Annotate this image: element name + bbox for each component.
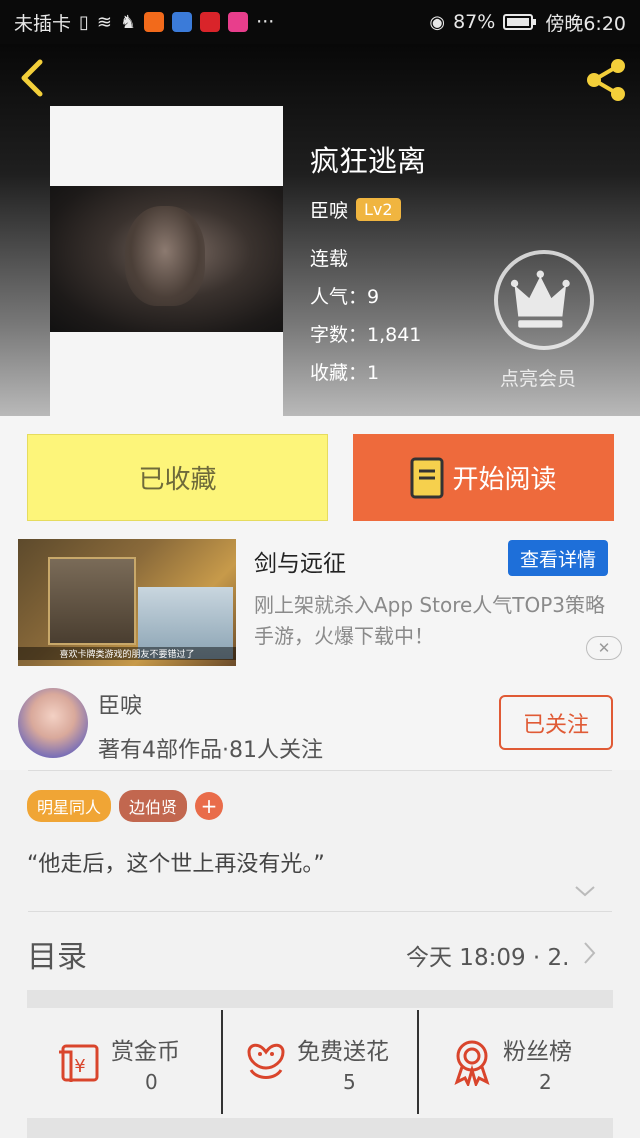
ad-game-card: [48, 557, 136, 645]
divider: [28, 911, 612, 912]
reward-coin-label: 赏金币: [111, 1039, 180, 1065]
fan-rank-stat[interactable]: 粉丝榜 2: [417, 1010, 613, 1114]
tag-list: 明星同人 边伯贤 +: [27, 790, 224, 822]
reward-coin-stat[interactable]: ¥ 赏金币 0: [27, 1010, 221, 1114]
toc-latest-update[interactable]: 今天 18:09 · 2.: [406, 938, 569, 972]
crown-icon: [510, 270, 570, 328]
author-block: 臣唳 著有4部作品·81人关注 已关注: [0, 676, 640, 770]
reward-coin-value: 0: [145, 1070, 158, 1094]
wifi-icon: ≋: [96, 11, 113, 33]
svg-text:¥: ¥: [74, 1056, 85, 1077]
battery-icon: [503, 14, 537, 30]
chevron-down-icon[interactable]: [574, 884, 596, 898]
avatar[interactable]: [18, 688, 88, 758]
book-cover[interactable]: [50, 106, 283, 416]
vip-label[interactable]: 点亮会员: [500, 364, 576, 391]
start-reading-label: 开始阅读: [452, 465, 557, 495]
free-flower-label: 免费送花: [297, 1039, 389, 1065]
medal-icon: [454, 1040, 490, 1086]
word-count: 字数：1,841: [310, 324, 422, 346]
fan-rank-value: 2: [539, 1070, 552, 1094]
ad-image[interactable]: 喜欢卡牌类游戏的朋友不要错过了: [18, 539, 236, 666]
author-stats: 著有4部作品·81人关注: [98, 738, 323, 763]
serial-status: 连载: [310, 248, 349, 270]
qq-icon: ♞: [120, 11, 137, 33]
section-gap: [27, 1118, 613, 1138]
stats-bar: ¥ 赏金币 0 免费送花 5 粉丝榜 2: [27, 1010, 613, 1114]
ad-title[interactable]: 剑与远征: [254, 544, 346, 578]
huawei-app-icon: [200, 12, 221, 32]
reward-coin-icon: ¥: [59, 1044, 99, 1082]
action-bar: 已收藏 开始阅读: [0, 416, 640, 528]
clock-time: 傍晚6:20: [545, 12, 626, 35]
flower-icon: [247, 1043, 285, 1079]
book-title: 疯狂逃离: [310, 144, 427, 178]
carrier-text: 未插卡: [14, 12, 72, 35]
status-bar: 未插卡 ▯ ≋ ♞ ··· ◉ 87% 傍晚6:20: [0, 0, 640, 44]
free-flower-stat[interactable]: 免费送花 5: [221, 1010, 417, 1114]
share-icon[interactable]: [582, 56, 630, 104]
tag-celebrity-fanfic[interactable]: 明星同人: [27, 790, 112, 822]
ad-description: 刚上架就杀入App Store人气TOP3策略手游，火爆下载中！: [254, 593, 606, 648]
level-badge: Lv2: [356, 198, 401, 221]
book-description: “他走后，这个世上再没有光。”: [27, 852, 325, 877]
favorites-count: 收藏：1: [310, 362, 380, 384]
author-row: 臣唳 Lv2: [310, 196, 401, 223]
chevron-right-icon[interactable]: [582, 941, 596, 965]
back-chevron-icon[interactable]: [14, 58, 54, 98]
sim-alert-icon: ▯: [79, 11, 89, 33]
popularity-count: 人气：9: [310, 286, 380, 308]
app-notification-icon: [144, 12, 165, 32]
free-flower-value: 5: [343, 1070, 356, 1094]
toc-label[interactable]: 目录: [27, 932, 87, 976]
book-header: 疯狂逃离 臣唳 Lv2 连载 人气：9 字数：1,841 收藏：1 点亮会员: [0, 44, 640, 416]
ad-detail-button[interactable]: 查看详情: [508, 540, 608, 576]
fan-rank-label: 粉丝榜: [503, 1039, 572, 1065]
author-name[interactable]: 臣唳: [310, 196, 348, 223]
eye-icon: ◉: [429, 11, 446, 33]
ad-image-caption: 喜欢卡牌类游戏的朋友不要错过了: [18, 647, 236, 660]
pig-app-icon: [228, 12, 249, 32]
battery-percent: 87%: [453, 11, 496, 33]
author-profile-name[interactable]: 臣唳: [98, 688, 142, 720]
more-notifications-icon: ···: [256, 11, 275, 33]
follow-button[interactable]: 已关注: [499, 695, 613, 750]
music-app-icon: [172, 12, 193, 32]
favorited-button[interactable]: 已收藏: [27, 434, 328, 521]
section-gap: [27, 990, 613, 1008]
cover-photo: [50, 186, 283, 332]
divider: [28, 770, 612, 771]
ad-close-icon[interactable]: ✕: [586, 636, 622, 660]
start-reading-button[interactable]: 开始阅读: [353, 434, 614, 521]
ad-banner[interactable]: 喜欢卡牌类游戏的朋友不要错过了 剑与远征 查看详情 刚上架就杀入App Stor…: [0, 528, 640, 676]
tag-baekhyun[interactable]: 边伯贤: [119, 790, 188, 822]
book-icon: [410, 457, 444, 498]
vip-crown-button[interactable]: [494, 250, 594, 350]
add-tag-button[interactable]: +: [195, 792, 224, 820]
